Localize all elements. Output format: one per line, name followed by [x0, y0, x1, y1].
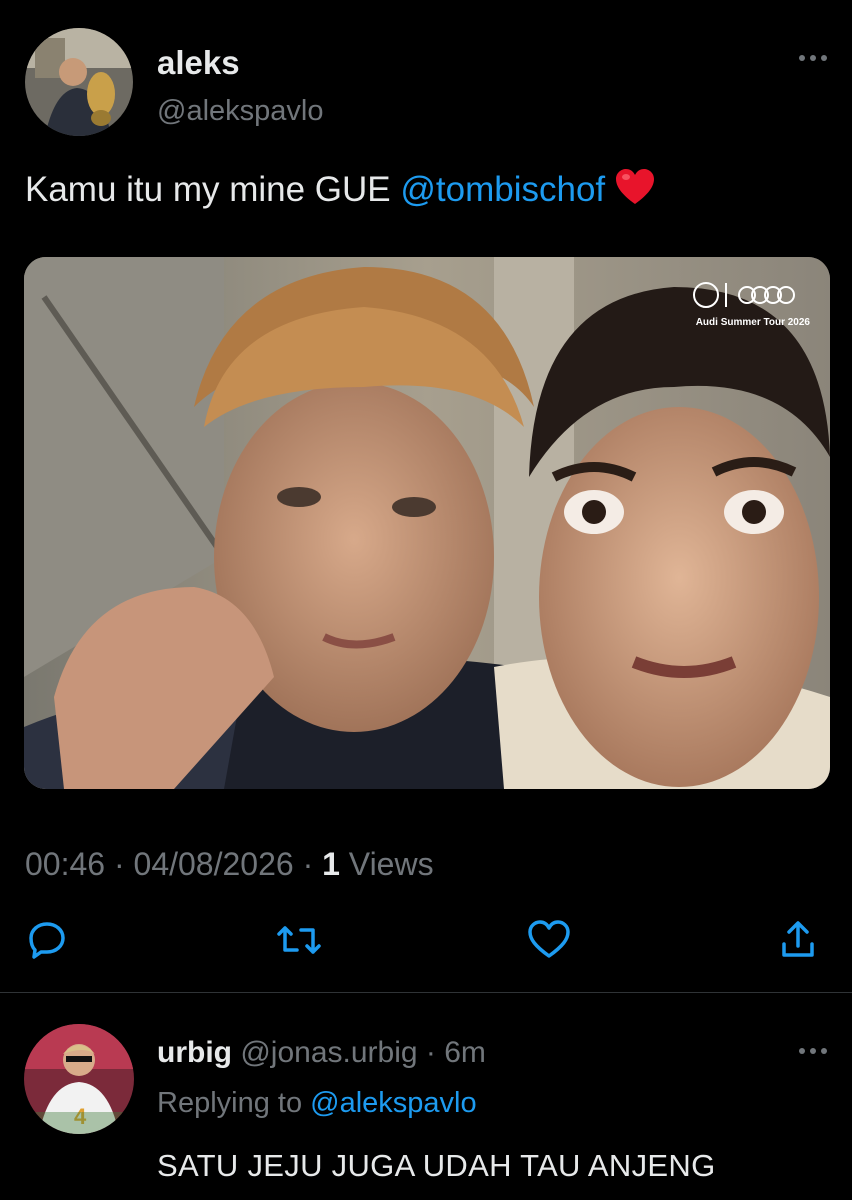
- reply-icon[interactable]: [22, 915, 72, 965]
- tweet-text-body: Kamu itu my mine GUE: [25, 169, 401, 209]
- author-avatar[interactable]: [25, 28, 133, 136]
- reply-author-avatar[interactable]: 4: [24, 1024, 134, 1134]
- tweet-time[interactable]: 00:46: [25, 846, 105, 882]
- meta-separator: ·: [302, 846, 314, 882]
- like-icon[interactable]: [524, 915, 574, 965]
- reply-text: SATU JEJU JUGA UDAH TAU ANJENG: [157, 1148, 716, 1183]
- tweet-text: Kamu itu my mine GUE @tombischof: [25, 168, 655, 215]
- mention-link[interactable]: @tombischof: [400, 170, 605, 209]
- author-handle[interactable]: @alekspavlo: [157, 95, 323, 128]
- replying-to-link[interactable]: @alekspavlo: [310, 1087, 476, 1119]
- views-label: Views: [348, 846, 434, 882]
- divider: [0, 992, 852, 993]
- tweet-date[interactable]: 04/08/2026: [134, 846, 294, 882]
- media-watermark: Audi Summer Tour 2026: [696, 317, 811, 328]
- tweet-meta: 00:46 · 04/08/2026 · 1 Views: [25, 846, 434, 883]
- share-icon[interactable]: [773, 915, 823, 965]
- author-name[interactable]: aleks: [157, 44, 240, 82]
- replying-prefix: Replying to: [157, 1087, 311, 1119]
- views-count: 1: [322, 846, 340, 882]
- reply-author: urbig @jonas.urbig · 6m: [157, 1036, 486, 1070]
- meta-separator: ·: [113, 846, 125, 882]
- reply-author-name[interactable]: urbig: [157, 1036, 232, 1069]
- more-horizontal-icon[interactable]: [793, 48, 833, 68]
- red-heart-emoji: [615, 168, 655, 215]
- tweet-media-photo[interactable]: Audi Summer Tour 2026: [24, 257, 830, 789]
- more-horizontal-icon[interactable]: [793, 1041, 833, 1061]
- reply-author-handle[interactable]: @jonas.urbig: [240, 1036, 417, 1069]
- reply-age: · 6m: [425, 1036, 486, 1069]
- replying-to: Replying to @alekspavlo: [157, 1087, 477, 1120]
- retweet-icon[interactable]: [274, 915, 324, 965]
